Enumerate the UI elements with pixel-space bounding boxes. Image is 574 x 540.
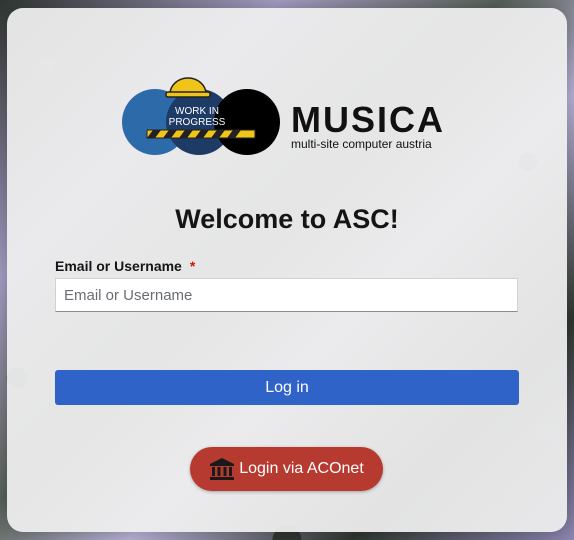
- page-title: Welcome to ASC!: [175, 204, 399, 234]
- logo-wordmark: MUSICA: [291, 99, 445, 140]
- construction-barrier-icon: [146, 129, 256, 139]
- login-button[interactable]: Log in: [55, 370, 519, 405]
- username-label-text: Email or Username: [55, 258, 182, 274]
- logo-badge-line2: PROGRESS: [169, 117, 226, 128]
- username-input[interactable]: [55, 278, 518, 312]
- aconet-login-label: Login via ACOnet: [239, 460, 364, 477]
- logo-tagline: multi-site computer austria: [291, 137, 432, 151]
- logo-badge-line1: WORK IN: [175, 106, 219, 117]
- musica-logo: WORK IN PROGRESS MUSICA multi-site compu…: [122, 77, 445, 155]
- username-label: Email or Username *: [55, 258, 195, 274]
- aconet-login-button[interactable]: Login via ACOnet: [190, 447, 383, 491]
- login-card: WORK IN PROGRESS MUSICA multi-site compu…: [7, 8, 567, 532]
- required-marker: *: [189, 258, 196, 274]
- institution-icon: [209, 457, 235, 481]
